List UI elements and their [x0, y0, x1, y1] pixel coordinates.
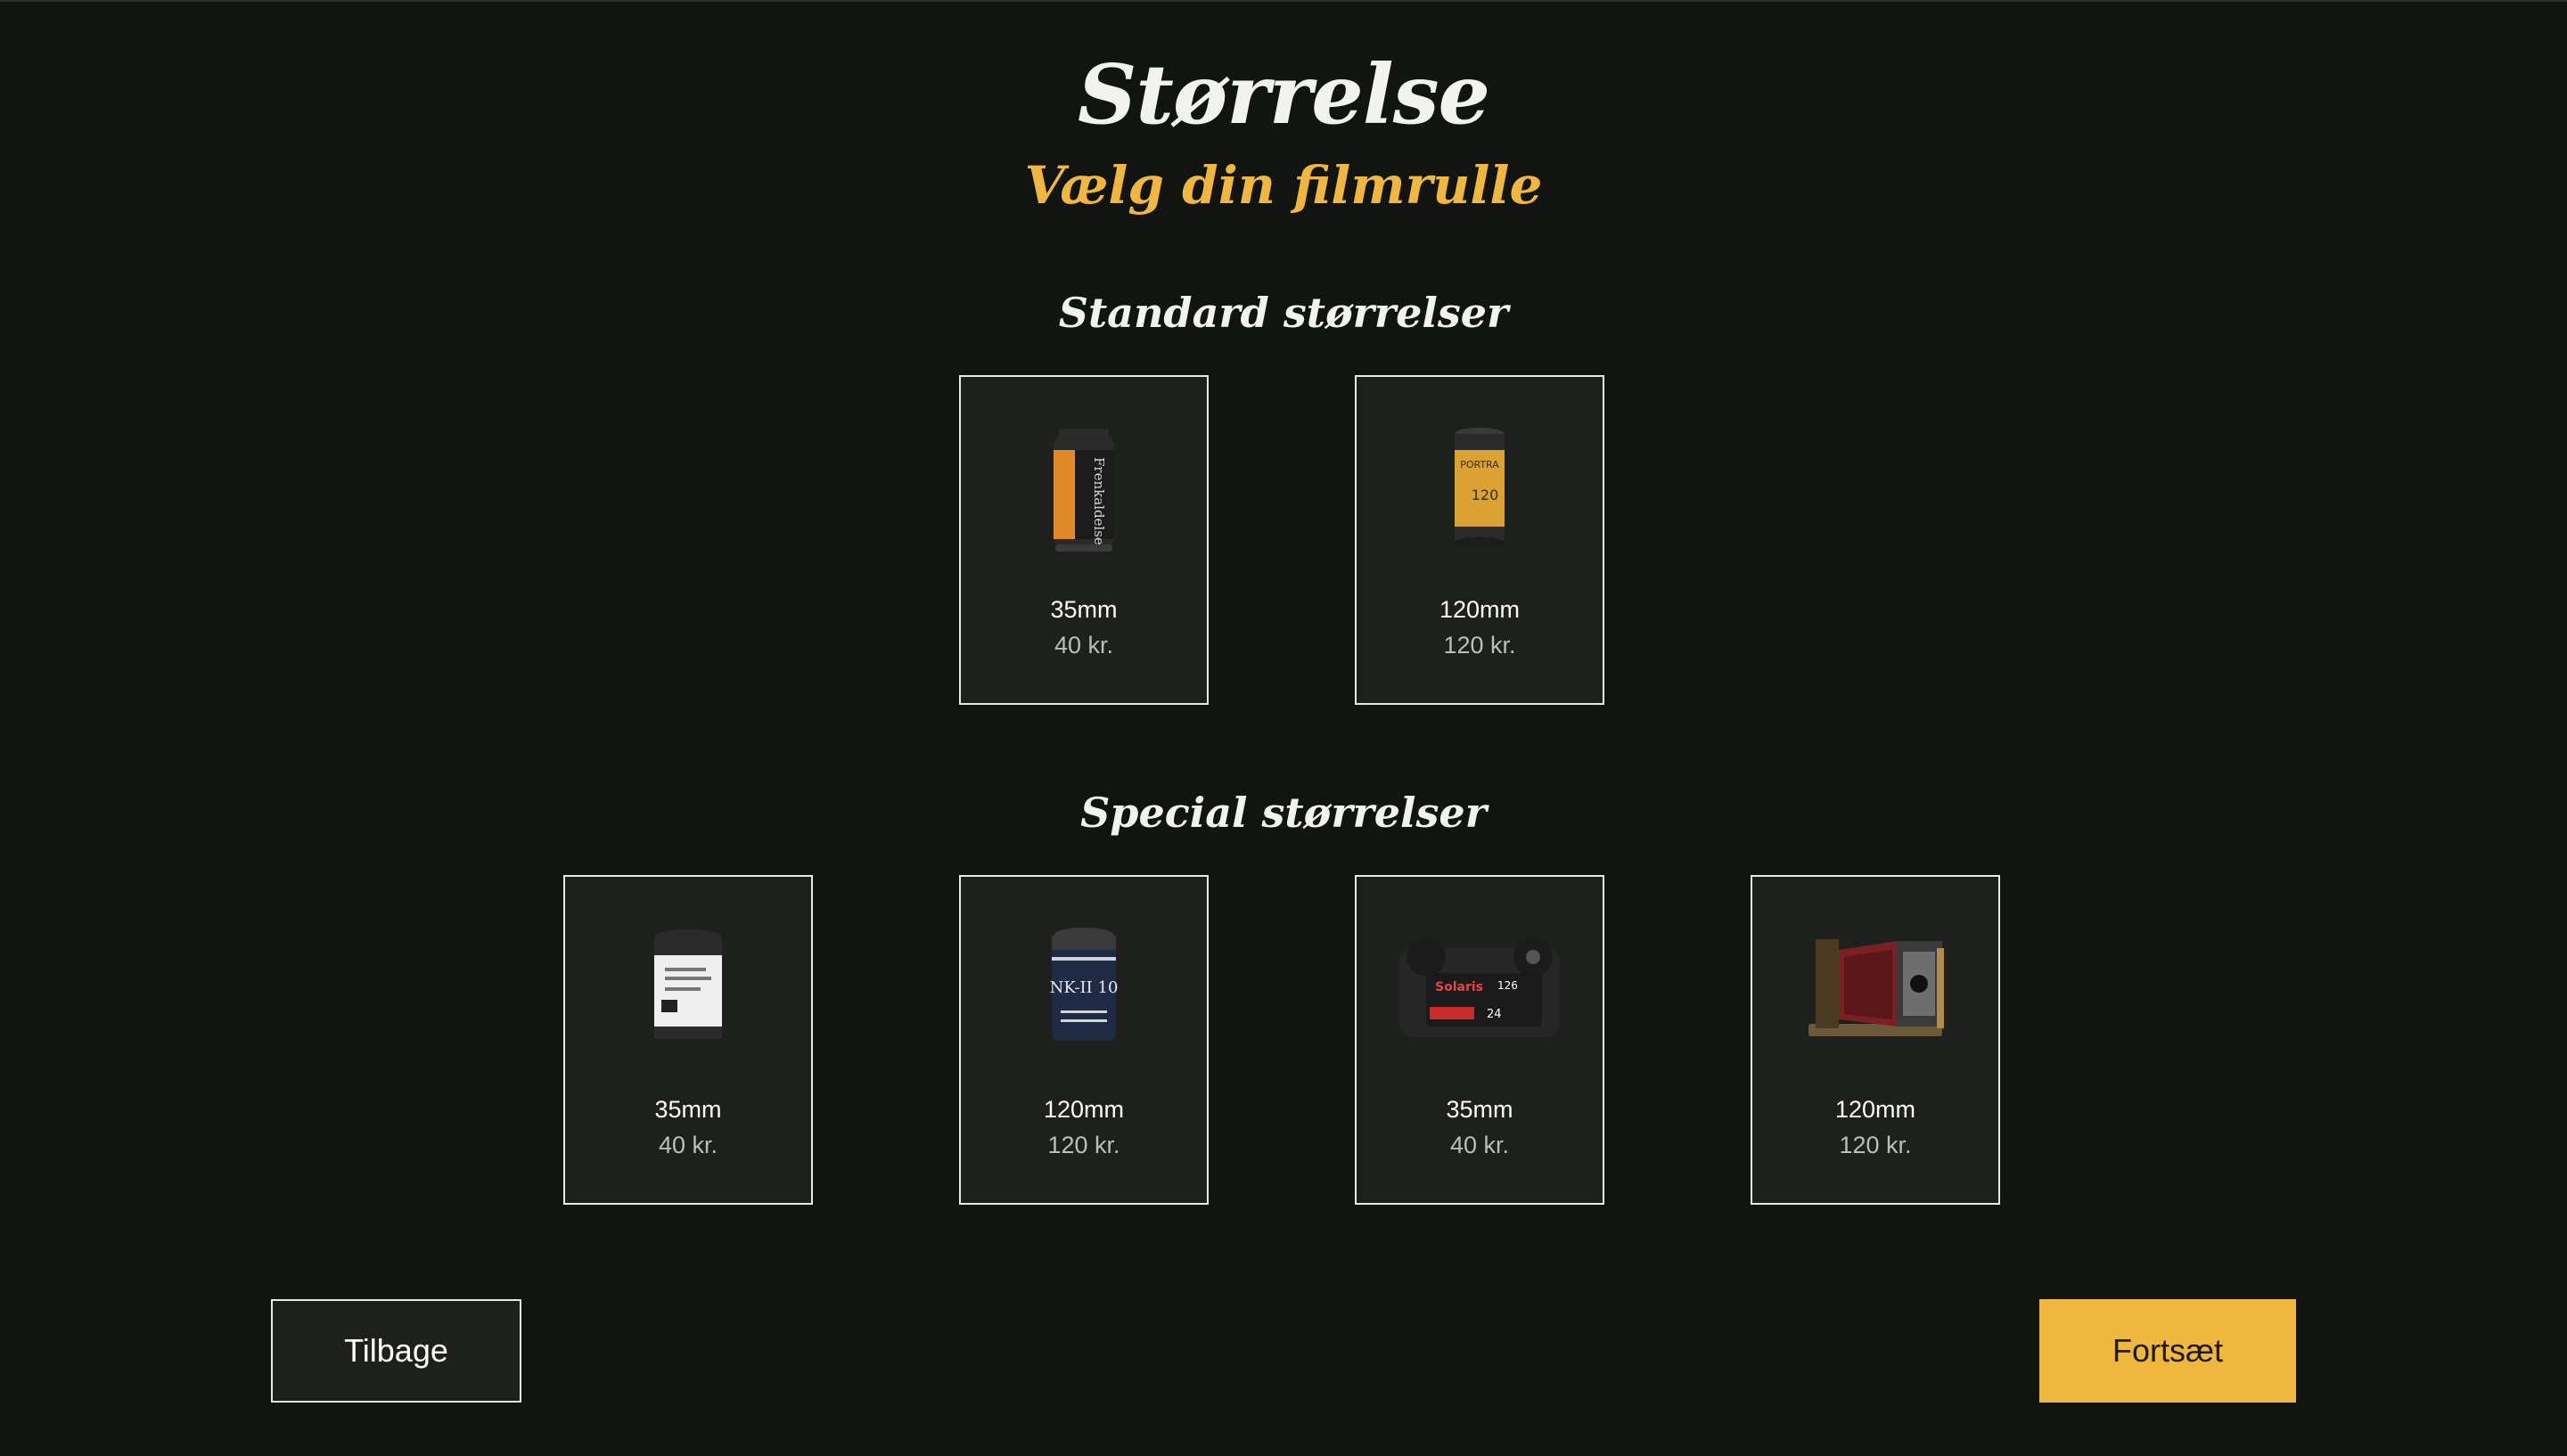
film-option-standard-120mm[interactable]: PORTRA 120 120mm 120 kr.: [1355, 375, 1604, 705]
option-price: 40 kr.: [1054, 632, 1114, 658]
continue-button[interactable]: Fortsæt: [2039, 1299, 2296, 1403]
svg-text:126: 126: [1497, 979, 1518, 992]
option-size-label: 35mm: [654, 1096, 722, 1123]
svg-text:PORTRA: PORTRA: [1460, 459, 1499, 470]
option-price: 120 kr.: [1047, 1132, 1120, 1158]
film-option-special-120mm[interactable]: NK-II 10 120mm 120 kr.: [959, 875, 1209, 1205]
section-title-standard: Standard størrelser: [1058, 289, 1509, 337]
film-canister-35mm-icon: Frenkaldelse: [961, 421, 1207, 555]
film-option-standard-35mm[interactable]: Frenkaldelse 35mm 40 kr.: [959, 375, 1209, 705]
svg-text:24: 24: [1487, 1008, 1502, 1021]
option-price: 120 kr.: [1839, 1132, 1912, 1158]
option-price: 120 kr.: [1443, 632, 1516, 658]
film-option-special-35mm-cartridge[interactable]: Solaris 126 24 35mm 40 kr.: [1355, 875, 1604, 1205]
svg-text:NK-II 10: NK-II 10: [1050, 978, 1119, 997]
option-size-label: 35mm: [1446, 1096, 1513, 1123]
film-option-special-large-format[interactable]: 120mm 120 kr.: [1751, 875, 2000, 1205]
svg-text:120: 120: [1472, 487, 1499, 503]
section-title-special: Special størrelser: [1080, 789, 1487, 837]
svg-text:Frenkaldelse: Frenkaldelse: [1091, 457, 1107, 545]
option-price: 40 kr.: [658, 1132, 718, 1158]
svg-text:Solaris: Solaris: [1435, 980, 1483, 994]
film-cartridge-126-icon: Solaris 126 24: [1357, 921, 1603, 1055]
film-roll-120-icon: PORTRA 120: [1357, 421, 1603, 555]
film-canister-navy-icon: NK-II 10: [961, 921, 1207, 1055]
option-size-label: 120mm: [1439, 596, 1521, 623]
back-button[interactable]: Tilbage: [271, 1299, 521, 1403]
large-format-camera-icon: [1752, 921, 1998, 1055]
page-title: Størrelse: [1077, 46, 1490, 143]
option-size-label: 120mm: [1043, 1096, 1125, 1123]
page-subtitle: Vælg din filmrulle: [1024, 155, 1543, 216]
option-price: 40 kr.: [1449, 1132, 1510, 1158]
option-size-label: 120mm: [1834, 1096, 1916, 1123]
film-canister-white-icon: [565, 921, 811, 1055]
film-option-special-35mm[interactable]: 35mm 40 kr.: [563, 875, 813, 1205]
option-size-label: 35mm: [1050, 596, 1118, 623]
